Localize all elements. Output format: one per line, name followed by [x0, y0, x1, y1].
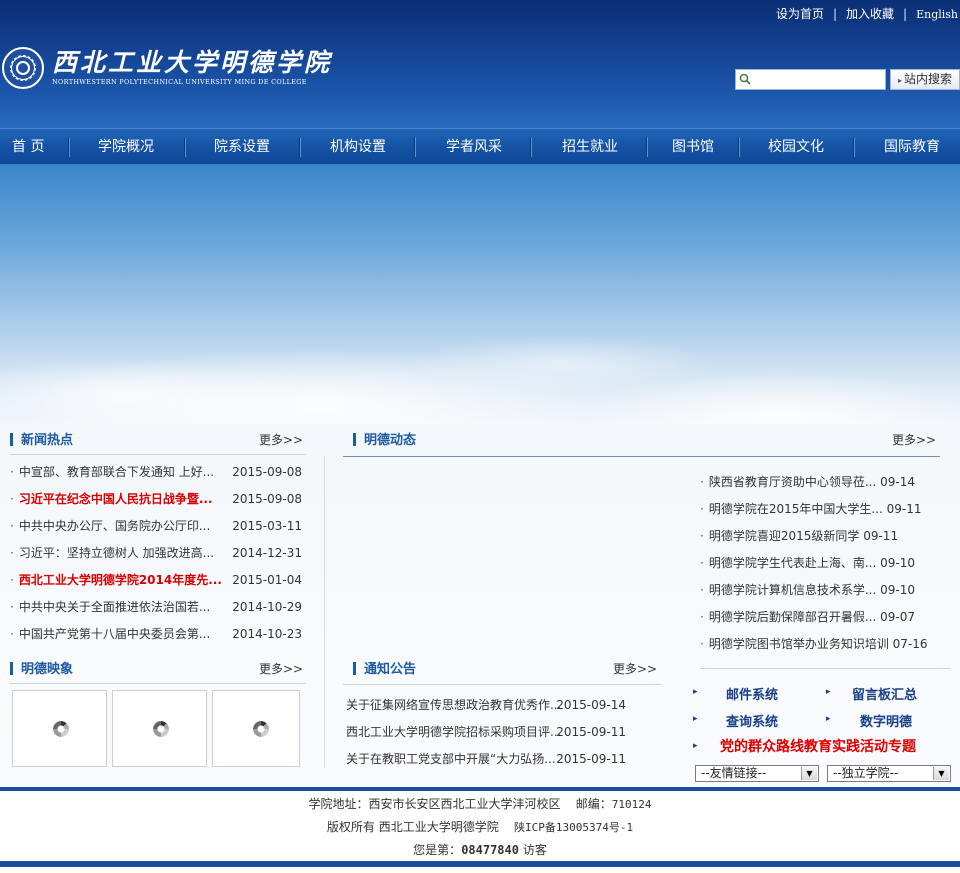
- nav-divider: [414, 137, 416, 157]
- digital-mingde-link[interactable]: 数字明德: [860, 711, 912, 730]
- search-field[interactable]: [735, 69, 886, 90]
- news-item[interactable]: · 习近平：坚持立德树人 加强改进高... 2014-12-31: [10, 543, 302, 563]
- footer-visitor-counter: 您是第：08477840 访客: [413, 843, 547, 857]
- news-item[interactable]: · 中国共产党第十八届中央委员会第... 2014-10-23: [10, 624, 302, 644]
- news-item[interactable]: · 中共中央关于全面推进依法治国若... 2014-10-29: [10, 597, 302, 617]
- logo-text: 西北工业大学明德学院 NORTHWESTERN POLYTECHNICAL UN…: [52, 49, 332, 87]
- mingde-news-item[interactable]: · 陕西省教育厅资助中心领导莅... 09-14: [700, 472, 915, 492]
- notices-section-title: 通知公告: [353, 660, 416, 680]
- nav-home[interactable]: 首 页: [12, 129, 44, 165]
- icp-link[interactable]: 陕ICP备13005374号-1: [514, 821, 633, 834]
- arrow-right-icon: ▸: [826, 714, 831, 724]
- logo-chinese-name: 西北工业大学明德学院: [52, 48, 333, 77]
- nav-divider: [68, 137, 70, 157]
- news-more-link[interactable]: 更多>>: [259, 430, 303, 450]
- footer-address: 学院地址：西安市长安区西北工业大学沣河校区 邮编：710124: [308, 797, 652, 811]
- news-item[interactable]: · 中宣部、教育部联合下发通知 上好... 2015-09-08: [10, 462, 302, 482]
- loading-spinner-icon: [53, 721, 69, 737]
- mingde-news-item[interactable]: · 明德学院后勤保障部召开暑假... 09-07: [700, 607, 915, 627]
- set-homepage-link[interactable]: 设为首页: [776, 7, 824, 21]
- mingde-news-item[interactable]: · 明德学院计算机信息技术系学... 09-10: [700, 580, 915, 600]
- mail-system-link[interactable]: 邮件系统: [726, 684, 778, 703]
- nav-divider: [738, 137, 740, 157]
- arrow-right-icon: ▸: [693, 741, 698, 751]
- notices-more-link[interactable]: 更多>>: [613, 659, 657, 679]
- gallery-more-link[interactable]: 更多>>: [259, 659, 303, 679]
- divider: [343, 456, 940, 457]
- logo-english-name: NORTHWESTERN POLYTECHNICAL UNIVERSITY MI…: [52, 78, 307, 86]
- nav-admissions[interactable]: 招生就业: [562, 129, 618, 165]
- notice-item[interactable]: 关于在教职工党支部中开展“大力弘扬... 2015-09-11: [346, 749, 626, 769]
- footer-bar: [0, 861, 960, 867]
- mingde-news-item[interactable]: · 明德学院学生代表赴上海、南... 09-10: [700, 553, 915, 573]
- query-system-link[interactable]: 查询系统: [726, 711, 778, 730]
- arrow-right-icon: ▸: [897, 76, 902, 85]
- top-links: 设为首页 | 加入收藏 | English: [776, 5, 958, 22]
- arrow-right-icon: ▸: [693, 687, 698, 697]
- footer-copyright: 版权所有 西北工业大学明德学院 陕ICP备13005374号-1: [326, 820, 634, 834]
- column-divider: [324, 456, 325, 768]
- site-search-label: 站内搜索: [904, 72, 953, 86]
- guestbook-link[interactable]: 留言板汇总: [852, 684, 917, 703]
- nav-library[interactable]: 图书馆: [672, 129, 714, 165]
- chevron-down-icon: ▼: [801, 767, 817, 780]
- gallery-thumbnail[interactable]: [12, 690, 107, 767]
- english-link[interactable]: English: [916, 8, 958, 21]
- arrow-right-icon: ▸: [693, 714, 698, 724]
- mingde-news-more-link[interactable]: 更多>>: [892, 430, 936, 450]
- nav-divider: [853, 137, 855, 157]
- gallery-thumbnail[interactable]: [212, 690, 300, 767]
- chevron-down-icon: ▼: [933, 767, 949, 780]
- nav-divider: [530, 137, 532, 157]
- loading-spinner-icon: [153, 721, 169, 737]
- main-nav: 首 页 学院概况 院系设置 机构设置 学者风采 招生就业 图书馆 校园文化 国际…: [0, 128, 960, 164]
- news-item[interactable]: · 西北工业大学明德学院2014年度先... 2015-01-04: [10, 570, 302, 590]
- header: 设为首页 | 加入收藏 | English 西北工业大学明德学院 NORTHWESTER…: [0, 0, 960, 128]
- divider: [10, 454, 306, 455]
- independent-college-select[interactable]: --独立学院-- ▼: [827, 765, 951, 782]
- gallery-thumbnail[interactable]: [112, 690, 207, 767]
- nav-divider: [299, 137, 301, 157]
- site-search: ▸ 站内搜索: [735, 69, 960, 90]
- party-campaign-link[interactable]: 党的群众路线教育实践活动专题: [720, 736, 916, 756]
- mingde-news-item[interactable]: · 明德学院在2015年中国大学生... 09-11: [700, 499, 922, 519]
- nav-divider: [646, 137, 648, 157]
- mingde-news-item[interactable]: · 明德学院喜迎2015级新同学 09-11: [700, 526, 898, 546]
- gallery-section-title: 明德映象: [10, 660, 73, 680]
- divider: [343, 684, 661, 685]
- notice-item[interactable]: 关于征集网络宣传思想政治教育优秀作... 2015-09-14: [346, 695, 626, 715]
- sky-banner: [0, 164, 960, 424]
- news-item[interactable]: · 中共中央办公厅、国务院办公厅印... 2015-03-11: [10, 516, 302, 536]
- divider: |: [903, 7, 908, 21]
- notice-item[interactable]: 西北工业大学明德学院招标采购项目评... 2015-09-11: [346, 722, 626, 742]
- news-item[interactable]: · 习近平在纪念中国人民抗日战争暨... 2015-09-08: [10, 489, 302, 509]
- divider: [10, 683, 306, 684]
- nav-institutions[interactable]: 机构设置: [330, 129, 386, 165]
- nav-campus-culture[interactable]: 校园文化: [768, 129, 824, 165]
- mingde-news-section-title: 明德动态: [353, 431, 416, 451]
- nav-divider: [184, 137, 186, 157]
- nav-departments[interactable]: 院系设置: [214, 129, 270, 165]
- nav-scholars[interactable]: 学者风采: [446, 129, 502, 165]
- loading-spinner-icon: [253, 721, 269, 737]
- site-search-button[interactable]: ▸ 站内搜索: [890, 69, 960, 90]
- arrow-right-icon: ▸: [826, 687, 831, 697]
- search-input[interactable]: [754, 71, 882, 88]
- news-section-title: 新闻热点: [10, 431, 73, 451]
- college-seal-icon: [2, 47, 44, 89]
- add-favorite-link[interactable]: 加入收藏: [846, 7, 894, 21]
- footer: 学院地址：西安市长安区西北工业大学沣河校区 邮编：710124 版权所有 西北工…: [0, 791, 960, 861]
- mingde-news-item[interactable]: · 明德学院图书馆举办业务知识培训 07-16: [700, 634, 928, 654]
- friend-links-select[interactable]: --友情链接-- ▼: [695, 765, 819, 782]
- college-logo[interactable]: 西北工业大学明德学院 NORTHWESTERN POLYTECHNICAL UN…: [2, 46, 332, 90]
- divider: [700, 668, 950, 669]
- nav-about[interactable]: 学院概况: [98, 129, 154, 165]
- nav-international[interactable]: 国际教育: [884, 129, 940, 165]
- search-icon: [739, 73, 751, 85]
- divider: |: [832, 7, 838, 21]
